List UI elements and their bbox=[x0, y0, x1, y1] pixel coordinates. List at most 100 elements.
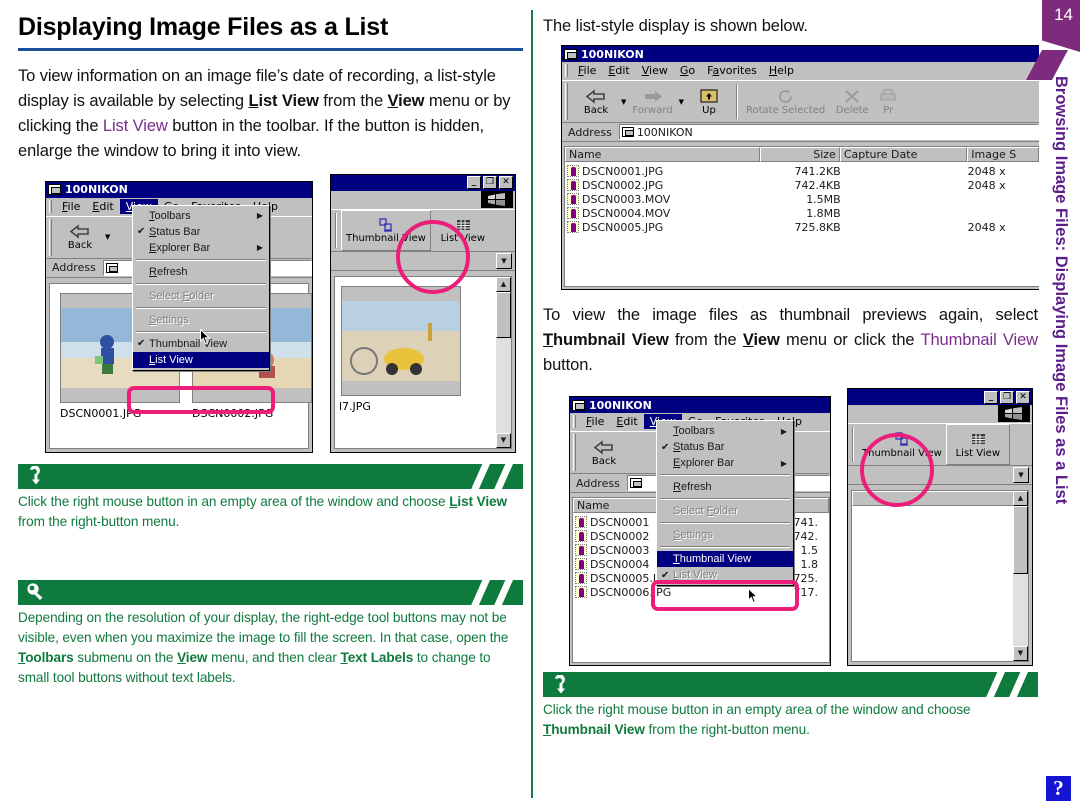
back-dropdown-caret[interactable]: ▼ bbox=[619, 81, 628, 122]
menu-item-refresh[interactable]: Refresh bbox=[657, 479, 793, 495]
thumbnail-caption: DSCN0002.JPG bbox=[192, 406, 274, 420]
address-dropdown-button[interactable]: ▼ bbox=[1013, 467, 1029, 483]
column-header-size[interactable]: Size bbox=[760, 147, 840, 162]
menu-edit[interactable]: Edit bbox=[602, 63, 635, 78]
toolbar-delete-button: Delete bbox=[829, 81, 875, 122]
table-row[interactable]: DSCN0003.MOV 1.5MB bbox=[565, 192, 1039, 206]
address-input[interactable]: 100NIKON bbox=[618, 124, 1039, 140]
menu-view[interactable]: View bbox=[636, 63, 674, 78]
menu-item-refresh[interactable]: Refresh bbox=[133, 264, 269, 280]
submenu-arrow-icon: ▶ bbox=[256, 211, 263, 220]
cell-size: 742.4KB bbox=[794, 178, 841, 192]
close-button[interactable]: ✕ bbox=[1016, 390, 1030, 404]
minimize-button[interactable]: _ bbox=[467, 176, 481, 189]
menu-item-status-bar[interactable]: ✔ Status Bar bbox=[657, 439, 793, 455]
menu-file[interactable]: File bbox=[56, 199, 86, 214]
table-row[interactable]: DSCN0002.JPG 742.4KB 2048 x bbox=[565, 178, 1039, 192]
image-file-icon bbox=[567, 165, 579, 177]
toolbar-back-button[interactable]: Back bbox=[573, 81, 619, 122]
menu-help[interactable]: Help bbox=[763, 63, 800, 78]
note-header-bar bbox=[543, 672, 1038, 697]
thumbnail-cell[interactable] bbox=[341, 285, 461, 396]
menu-item-status-bar[interactable]: ✔ Status Bar bbox=[133, 224, 269, 240]
right-click-icon bbox=[555, 674, 565, 693]
menu-item-toolbars[interactable]: Toolbars ▶ bbox=[657, 423, 793, 439]
note2-part2: submenu on the bbox=[73, 649, 178, 665]
address-dropdown-button[interactable]: ▼ bbox=[496, 252, 512, 269]
menu-checkmark-icon: ✔ bbox=[137, 226, 146, 237]
close-button[interactable]: ✕ bbox=[499, 176, 513, 189]
menu-item-label: Toolbars bbox=[673, 425, 715, 437]
table-row[interactable]: DSCN0001.JPG 741.2KB 2048 x bbox=[565, 164, 1039, 178]
toolbar-forward-button: Forward bbox=[628, 81, 676, 122]
column-header-image-size[interactable]: Image S bbox=[967, 147, 1039, 162]
vertical-scrollbar[interactable]: ▲ ▼ bbox=[496, 276, 511, 448]
window-titlebar: 100NIKON bbox=[562, 46, 1039, 62]
menu-item-toolbars[interactable]: Toolbars ▶ bbox=[133, 208, 269, 224]
mouse-cursor-icon bbox=[748, 588, 759, 604]
table-row[interactable]: DSCN0004.MOV 1.8MB bbox=[565, 206, 1039, 220]
menu-item-label: Refresh bbox=[149, 265, 188, 278]
menu-item-list-view[interactable]: List View bbox=[133, 351, 269, 368]
toolbar-thumbnail-view-button[interactable]: Thumbnail View bbox=[858, 424, 946, 465]
note1-bold: List View bbox=[449, 493, 507, 509]
image-file-icon bbox=[567, 179, 579, 191]
menu-item-thumbnail-view[interactable]: Thumbnail View bbox=[657, 551, 793, 567]
table-row[interactable]: DSCN0006.JPG 717. bbox=[573, 585, 829, 599]
toolbar-grip bbox=[49, 218, 52, 256]
menu-item-list-view[interactable]: ✔ List View bbox=[657, 567, 793, 583]
right-click-icon bbox=[30, 466, 40, 485]
menu-item-explorer-bar[interactable]: Explorer Bar ▶ bbox=[133, 240, 269, 256]
menu-item-label: Explorer Bar bbox=[149, 241, 211, 254]
note-bar-slash bbox=[981, 672, 1008, 697]
maximize-button[interactable]: ❐ bbox=[483, 176, 497, 189]
column-header-blank[interactable] bbox=[852, 491, 1014, 506]
toolbar-list-view-button[interactable]: List View bbox=[945, 424, 1010, 465]
menu-bar-right bbox=[331, 190, 515, 209]
address-label: Address bbox=[52, 261, 96, 274]
view-dropdown-menu: Toolbars ▶ ✔ Status Bar Explorer Bar ▶ Refr… bbox=[132, 204, 270, 371]
toolbar-print-label: Pr bbox=[883, 104, 894, 116]
image-file-icon bbox=[575, 558, 587, 570]
menu-edit[interactable]: Edit bbox=[610, 414, 643, 429]
back-dropdown-caret[interactable]: ▼ bbox=[103, 217, 112, 258]
column-header-capture-date[interactable]: Capture Date bbox=[839, 147, 968, 162]
toolbar-back-button[interactable]: Back bbox=[581, 432, 627, 473]
vertical-scrollbar[interactable]: ▲ ▼ bbox=[1013, 491, 1028, 661]
help-badge[interactable]: ? bbox=[1046, 776, 1071, 801]
address-label: Address bbox=[568, 125, 612, 139]
menu-file[interactable]: File bbox=[572, 63, 602, 78]
cell-size: 1.5MB bbox=[806, 192, 841, 206]
scroll-up-button[interactable]: ▲ bbox=[496, 276, 511, 292]
menu-go[interactable]: Go bbox=[674, 63, 701, 78]
address-bar-right: ▼ bbox=[848, 466, 1032, 485]
cell-image-size: 2048 x bbox=[967, 220, 1006, 234]
table-row[interactable]: DSCN0005.JPG 725.8KB 2048 x bbox=[565, 220, 1039, 234]
scrollbar-thumb[interactable] bbox=[496, 291, 511, 338]
column-header-name[interactable]: Name bbox=[565, 147, 761, 162]
minimize-button[interactable]: _ bbox=[984, 390, 998, 404]
folder-icon bbox=[105, 262, 118, 273]
toolbar-up-button[interactable]: Up bbox=[686, 81, 732, 122]
forward-dropdown-caret[interactable]: ▼ bbox=[677, 81, 686, 122]
menu-bar-right bbox=[848, 405, 1032, 423]
menu-item-explorer-bar[interactable]: Explorer Bar ▶ bbox=[657, 455, 793, 471]
menu-favorites[interactable]: Favorites bbox=[701, 63, 763, 78]
note-bar-slash bbox=[466, 463, 493, 489]
maximize-button[interactable]: ❐ bbox=[1000, 390, 1014, 404]
menu-file[interactable]: File bbox=[580, 414, 610, 429]
scroll-down-button[interactable]: ▼ bbox=[1013, 646, 1028, 661]
menu-edit[interactable]: Edit bbox=[86, 199, 119, 214]
thumbnail-view-icon bbox=[377, 216, 395, 233]
cell-name: DSCN0003.MOV bbox=[582, 192, 671, 206]
toolbar-back-button[interactable]: Back bbox=[57, 217, 103, 258]
scrollbar-thumb[interactable] bbox=[1013, 506, 1028, 574]
scroll-down-button[interactable]: ▼ bbox=[496, 432, 511, 448]
file-list-header bbox=[852, 491, 1028, 506]
toolbar-thumbnail-view-label: Thumbnail View bbox=[862, 447, 942, 459]
scroll-up-button[interactable]: ▲ bbox=[1013, 491, 1028, 506]
mouse-cursor-icon bbox=[200, 328, 211, 344]
menu-item-label: Explorer Bar bbox=[673, 457, 735, 469]
toolbar-thumbnail-view-button[interactable]: Thumbnail View bbox=[341, 209, 431, 251]
toolbar-list-view-button[interactable]: List View bbox=[431, 210, 495, 251]
